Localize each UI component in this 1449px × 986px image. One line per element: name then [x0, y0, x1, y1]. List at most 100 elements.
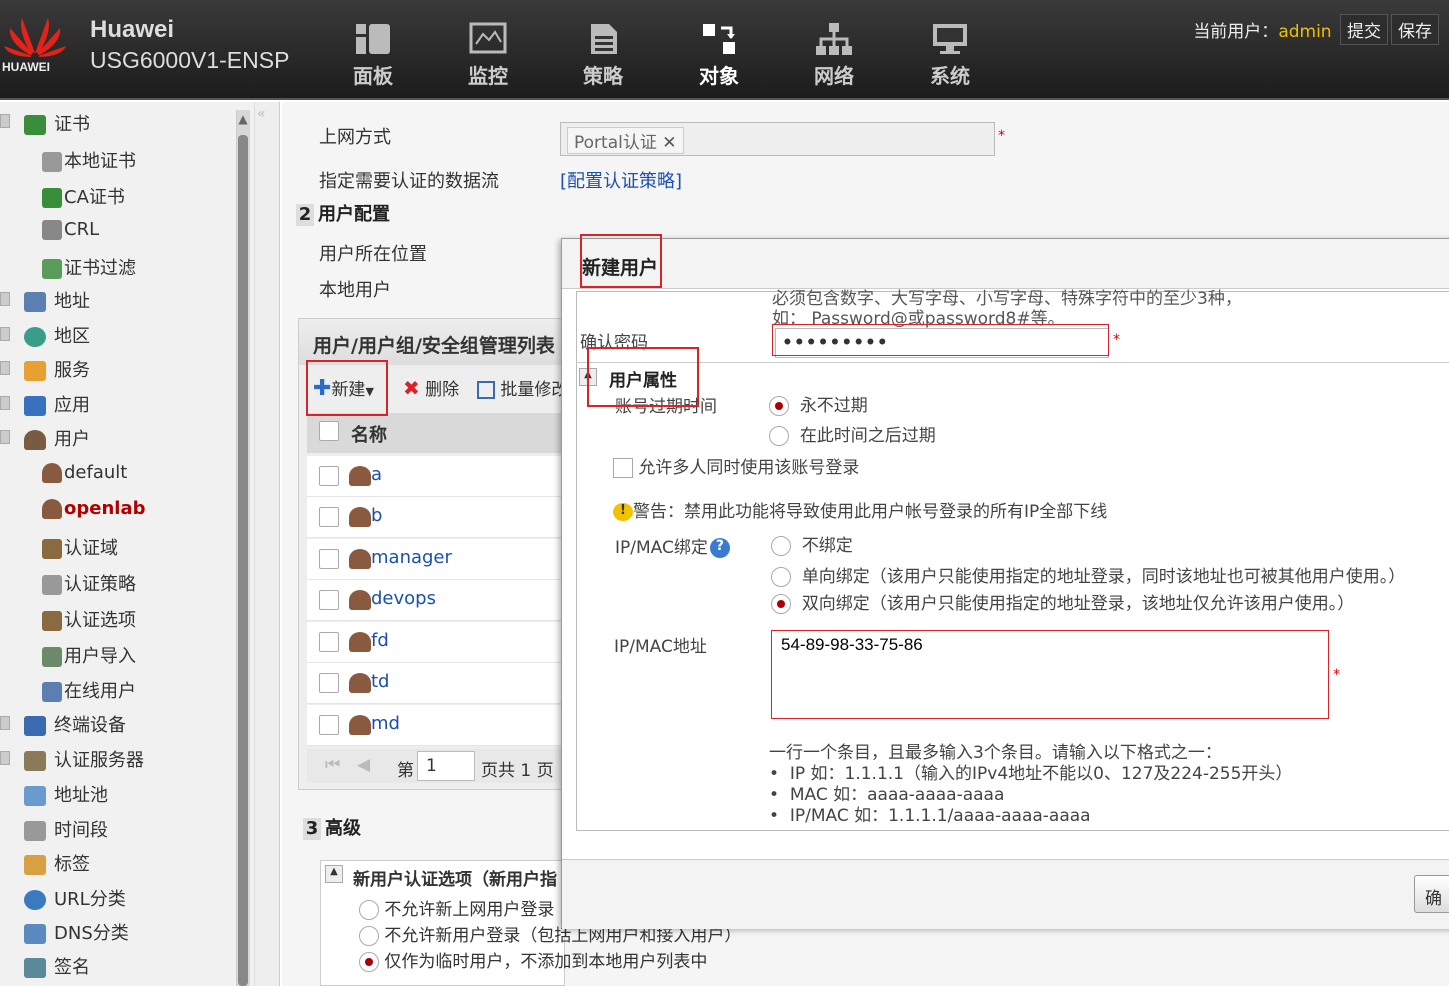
dialog-header[interactable]: 新建用户: [562, 239, 1449, 289]
sidebar-item-signature[interactable]: 签名: [24, 953, 90, 979]
nav-object[interactable]: 对象: [679, 22, 759, 89]
expand-icon[interactable]: [0, 396, 10, 410]
expand-icon[interactable]: [0, 361, 10, 375]
user-name[interactable]: td: [371, 671, 389, 692]
user-name[interactable]: manager: [371, 547, 452, 568]
user-name[interactable]: devops: [371, 588, 436, 609]
nav-system[interactable]: 系统: [910, 22, 990, 89]
nav-dashboard[interactable]: 面板: [333, 22, 413, 89]
object-icon: [703, 24, 735, 54]
expand-icon[interactable]: [0, 751, 10, 765]
table-row[interactable]: fd: [307, 622, 567, 663]
user-name[interactable]: fd: [371, 630, 389, 651]
bind-one-way-option[interactable]: 单向绑定（该用户只能使用指定的地址登录，同时该地址也可被其他用户使用。）: [771, 562, 1405, 587]
user-name[interactable]: a: [371, 464, 382, 485]
sidebar-item-auth-options[interactable]: 认证选项: [42, 606, 136, 632]
access-mode-field[interactable]: Portal认证 ✕: [560, 122, 995, 156]
help-icon[interactable]: ?: [709, 538, 730, 558]
row-checkbox[interactable]: [319, 590, 339, 610]
sidebar-item-auth-server[interactable]: 认证服务器: [24, 746, 144, 772]
save-button[interactable]: 保存: [1391, 14, 1439, 45]
sidebar-item-url-category[interactable]: URL分类: [24, 885, 126, 911]
radio[interactable]: [359, 926, 379, 946]
sidebar-item-tag[interactable]: 标签: [24, 850, 90, 876]
sidebar-item-auth-policy[interactable]: 认证策略: [42, 570, 136, 596]
expand-icon[interactable]: [0, 716, 10, 730]
sidebar-item-cert-filter[interactable]: 证书过滤: [42, 254, 136, 280]
select-all-checkbox[interactable]: [319, 421, 339, 441]
config-auth-policy-link[interactable]: [配置认证策略]: [560, 167, 682, 193]
sidebar-item-terminal[interactable]: 终端设备: [24, 711, 126, 737]
row-checkbox[interactable]: [319, 507, 339, 527]
table-row[interactable]: manager: [307, 539, 567, 580]
expand-icon[interactable]: [0, 327, 10, 341]
delete-button[interactable]: ✖ 删除: [403, 375, 459, 400]
sidebar-item-default[interactable]: default: [42, 462, 127, 483]
nav-network[interactable]: 网络: [794, 22, 874, 89]
remove-tag-icon[interactable]: ✕: [662, 133, 676, 153]
sidebar-item-local-cert[interactable]: 本地证书: [42, 147, 136, 173]
table-row[interactable]: md: [307, 705, 567, 746]
user-name[interactable]: md: [371, 713, 400, 734]
expire-after-option[interactable]: 在此时间之后过期: [769, 421, 936, 446]
bind-none-option[interactable]: 不绑定: [771, 531, 853, 556]
row-checkbox[interactable]: [319, 715, 339, 735]
adv-option-3[interactable]: 仅作为临时用户，不添加到本地用户列表中: [359, 947, 707, 972]
row-checkbox[interactable]: [319, 673, 339, 693]
sidebar-item-dns-category[interactable]: DNS分类: [24, 919, 129, 945]
table-row[interactable]: a: [307, 456, 567, 497]
multi-login-option[interactable]: 允许多人同时使用该账号登录: [613, 453, 859, 478]
sidebar-item-application[interactable]: 应用: [24, 391, 90, 417]
prev-page-icon[interactable]: ◀: [357, 755, 370, 775]
sidebar-item-ca-cert[interactable]: CA证书: [42, 183, 125, 209]
first-page-icon[interactable]: ⏮: [325, 755, 340, 775]
collapse-icon[interactable]: ▲: [325, 865, 343, 883]
user-name[interactable]: b: [371, 505, 382, 526]
row-checkbox[interactable]: [319, 632, 339, 652]
ok-button[interactable]: 确: [1414, 875, 1449, 913]
nav-policy[interactable]: 策略: [563, 22, 643, 89]
sidebar-item-user-import[interactable]: 用户导入: [42, 642, 136, 668]
warning-icon: !: [613, 503, 633, 521]
nav-monitor[interactable]: 监控: [448, 22, 528, 89]
sidebar-item-crl[interactable]: CRL: [42, 219, 99, 240]
sidebar-item-cert[interactable]: 证书: [24, 110, 90, 136]
collapse-icon[interactable]: [0, 114, 10, 128]
sidebar-item-region[interactable]: 地区: [24, 322, 90, 348]
collapse-icon[interactable]: «: [257, 106, 266, 122]
radio[interactable]: [769, 426, 789, 446]
user-icon: [24, 430, 46, 450]
row-checkbox[interactable]: [319, 549, 339, 569]
radio[interactable]: [771, 567, 791, 587]
table-row[interactable]: devops: [307, 580, 567, 621]
sidebar-collapse-gutter[interactable]: «: [255, 102, 280, 986]
sidebar-item-online-users[interactable]: 在线用户: [42, 677, 136, 703]
adv-option-1[interactable]: 不允许新上网用户登录: [359, 895, 554, 920]
table-row[interactable]: td: [307, 663, 567, 704]
multi-login-checkbox[interactable]: [613, 458, 633, 478]
row-checkbox[interactable]: [319, 466, 339, 486]
sidebar-item-service[interactable]: 服务: [24, 356, 90, 382]
page-input[interactable]: 1: [417, 751, 475, 781]
scroll-up-icon[interactable]: ▲: [236, 112, 250, 128]
sidebar-item-openlab[interactable]: openlab: [42, 498, 145, 519]
submit-button[interactable]: 提交: [1340, 14, 1388, 45]
expire-never-option[interactable]: 永不过期: [769, 391, 868, 416]
sidebar-item-address[interactable]: 地址: [24, 287, 90, 313]
radio[interactable]: [771, 536, 791, 556]
radio-selected[interactable]: [771, 594, 791, 614]
sidebar-item-auth-domain[interactable]: 认证域: [42, 534, 118, 560]
sidebar-item-user[interactable]: 用户: [24, 425, 90, 451]
batch-edit-button[interactable]: 批量修改: [477, 375, 568, 400]
collapse-icon[interactable]: [0, 430, 10, 444]
sidebar-scroll-thumb[interactable]: [238, 135, 248, 986]
radio-selected[interactable]: [769, 396, 789, 416]
bind-two-way-option[interactable]: 双向绑定（该用户只能使用指定的地址登录，该地址仅允许该用户使用。）: [771, 589, 1354, 614]
radio[interactable]: [359, 900, 379, 920]
sidebar-item-time-range[interactable]: 时间段: [24, 816, 108, 842]
table-row[interactable]: b: [307, 497, 567, 538]
expand-icon[interactable]: [0, 292, 10, 306]
radio-selected[interactable]: [359, 952, 379, 972]
sidebar-item-address-pool[interactable]: 地址池: [24, 781, 108, 807]
access-mode-tag: Portal认证 ✕: [567, 127, 684, 154]
